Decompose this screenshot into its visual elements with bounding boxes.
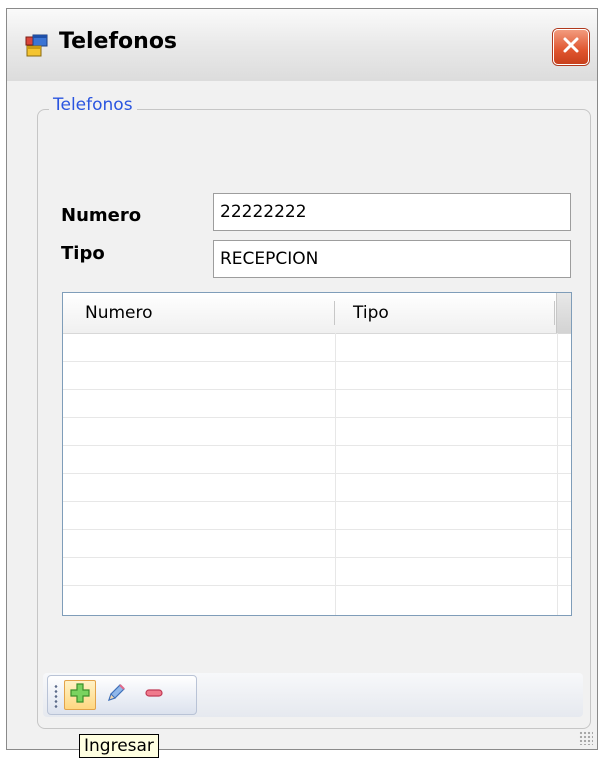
- tipo-label: Tipo: [61, 243, 105, 264]
- remove-button[interactable]: [138, 680, 170, 710]
- column-separator[interactable]: [554, 301, 555, 325]
- telefonos-window: Telefonos Telefonos Numero Tipo Numero T…: [6, 8, 598, 758]
- table-row[interactable]: [63, 473, 571, 502]
- form-window-icon: [25, 34, 49, 58]
- table-row[interactable]: [63, 361, 571, 390]
- table-row[interactable]: [63, 445, 571, 474]
- plus-icon: [69, 682, 91, 708]
- window-title: Telefonos: [59, 29, 178, 54]
- table-row[interactable]: [63, 389, 571, 418]
- resize-grip-icon[interactable]: [579, 731, 593, 745]
- column-header-tipo[interactable]: Tipo: [353, 293, 389, 333]
- close-icon: [560, 34, 582, 60]
- pencil-icon: [105, 682, 127, 708]
- window-client-area: Telefonos Numero Tipo Numero Tipo: [7, 81, 597, 758]
- grid-header: Numero Tipo: [63, 293, 571, 334]
- table-row[interactable]: [63, 557, 571, 586]
- title-bar[interactable]: Telefonos: [7, 9, 597, 82]
- groupbox-title: Telefonos: [49, 95, 137, 115]
- table-row[interactable]: [63, 501, 571, 530]
- minus-icon: [143, 682, 165, 708]
- tooltip: Ingresar: [79, 734, 159, 758]
- telefonos-grid[interactable]: Numero Tipo: [62, 292, 572, 616]
- grid-header-corner: [556, 293, 571, 333]
- table-row[interactable]: [63, 417, 571, 446]
- toolstrip-grip[interactable]: [54, 684, 58, 708]
- numero-input[interactable]: [213, 193, 571, 231]
- table-row[interactable]: [63, 333, 571, 362]
- close-button[interactable]: [553, 29, 589, 65]
- numero-label: Numero: [61, 205, 142, 226]
- toolstrip: [47, 675, 197, 715]
- tipo-input[interactable]: [213, 240, 571, 278]
- add-button[interactable]: [64, 680, 96, 710]
- table-row[interactable]: [63, 529, 571, 558]
- column-header-numero[interactable]: Numero: [85, 293, 153, 333]
- column-separator[interactable]: [334, 301, 335, 325]
- edit-button[interactable]: [100, 680, 132, 710]
